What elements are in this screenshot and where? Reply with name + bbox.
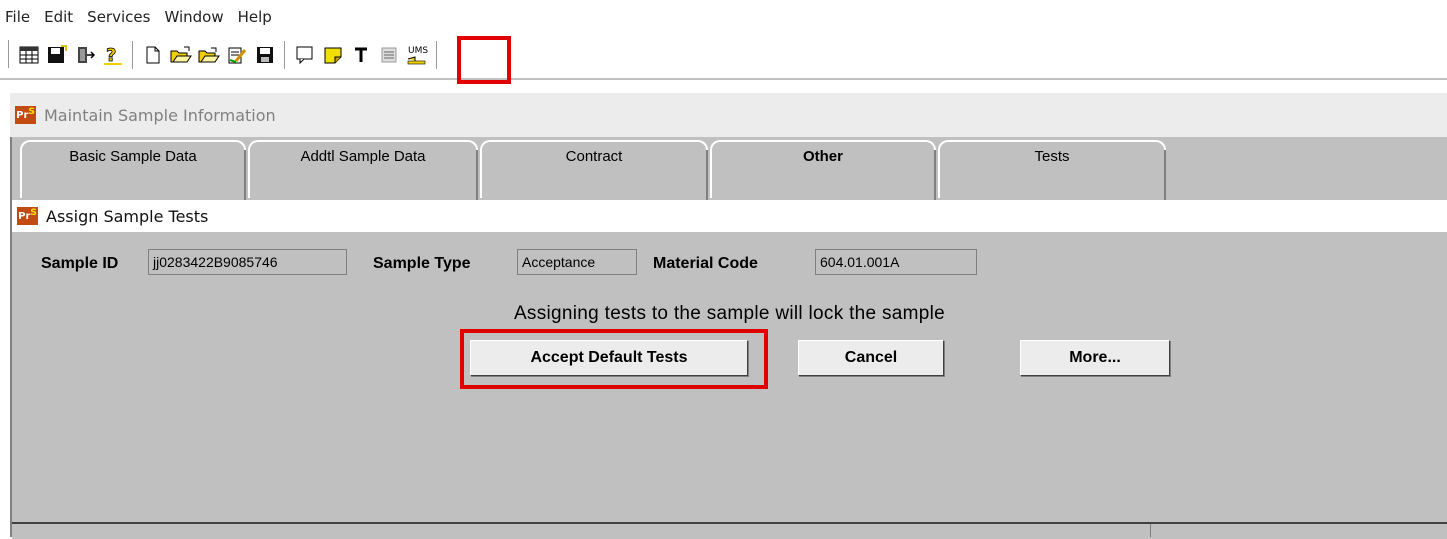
sample-id-field[interactable]: jj0283422B9085746 [148, 249, 347, 275]
note-icon[interactable] [320, 42, 346, 68]
material-code-label: Material Code [653, 255, 758, 272]
ums-icon[interactable]: UMS [404, 42, 430, 68]
status-bar-divider [1150, 524, 1151, 537]
comment-icon[interactable] [292, 42, 318, 68]
sample-type-label: Sample Type [373, 255, 471, 272]
window-titlebar: Pr S Maintain Sample Information [10, 93, 1447, 137]
menu-bar: File Edit Services Window Help [0, 0, 1447, 34]
menu-services[interactable]: Services [80, 0, 157, 34]
open-folder-alt-icon[interactable] [196, 42, 222, 68]
toolbar: ? UMS [0, 34, 1447, 80]
toolbar-separator [436, 41, 438, 69]
prism-app-icon: Pr S [15, 106, 36, 124]
exit-door-icon[interactable] [72, 42, 98, 68]
assign-tests-panel: Sample ID jj0283422B9085746 Sample Type … [12, 232, 1447, 522]
cancel-button[interactable]: Cancel [798, 340, 944, 376]
prism-app-icon: Pr S [17, 207, 38, 225]
tab-addtl-sample-data[interactable]: Addtl Sample Data [248, 140, 478, 200]
dialog-titlebar: Pr S Assign Sample Tests [12, 200, 1447, 232]
save-icon[interactable] [252, 42, 278, 68]
table-icon[interactable] [16, 42, 42, 68]
sample-type-field[interactable]: Acceptance [517, 249, 637, 275]
tab-basic-sample-data[interactable]: Basic Sample Data [20, 140, 246, 200]
toolbar-grip[interactable] [8, 40, 13, 68]
tab-contract[interactable]: Contract [480, 140, 708, 200]
window-title: Maintain Sample Information [44, 105, 276, 125]
more-button[interactable]: More... [1020, 340, 1170, 376]
menu-edit[interactable]: Edit [37, 0, 80, 34]
help-icon[interactable]: ? [100, 42, 126, 68]
text-icon[interactable] [348, 42, 374, 68]
tab-other[interactable]: Other [710, 140, 936, 200]
menu-file[interactable]: File [0, 0, 37, 34]
menu-window[interactable]: Window [157, 0, 230, 34]
sample-id-label: Sample ID [41, 255, 119, 272]
material-code-field[interactable]: 604.01.001A [815, 249, 977, 275]
toolbar-separator [132, 41, 134, 69]
toolbar-separator [284, 41, 286, 69]
ums-label: UMS [408, 46, 428, 56]
tab-strip: Basic Sample Data Addtl Sample Data Cont… [12, 137, 1447, 200]
open-folder-icon[interactable] [168, 42, 194, 68]
new-document-icon[interactable] [140, 42, 166, 68]
tab-tests[interactable]: Tests [938, 140, 1166, 200]
lock-warning-message: Assigning tests to the sample will lock … [513, 303, 946, 324]
edit-document-icon[interactable] [224, 42, 250, 68]
save-floppy-icon[interactable] [44, 42, 70, 68]
accept-default-tests-button[interactable]: Accept Default Tests [470, 340, 748, 376]
list-icon[interactable] [376, 42, 402, 68]
svg-text:?: ? [106, 45, 116, 66]
menu-help[interactable]: Help [231, 0, 279, 34]
status-bar [12, 522, 1447, 539]
dialog-title: Assign Sample Tests [46, 206, 209, 226]
